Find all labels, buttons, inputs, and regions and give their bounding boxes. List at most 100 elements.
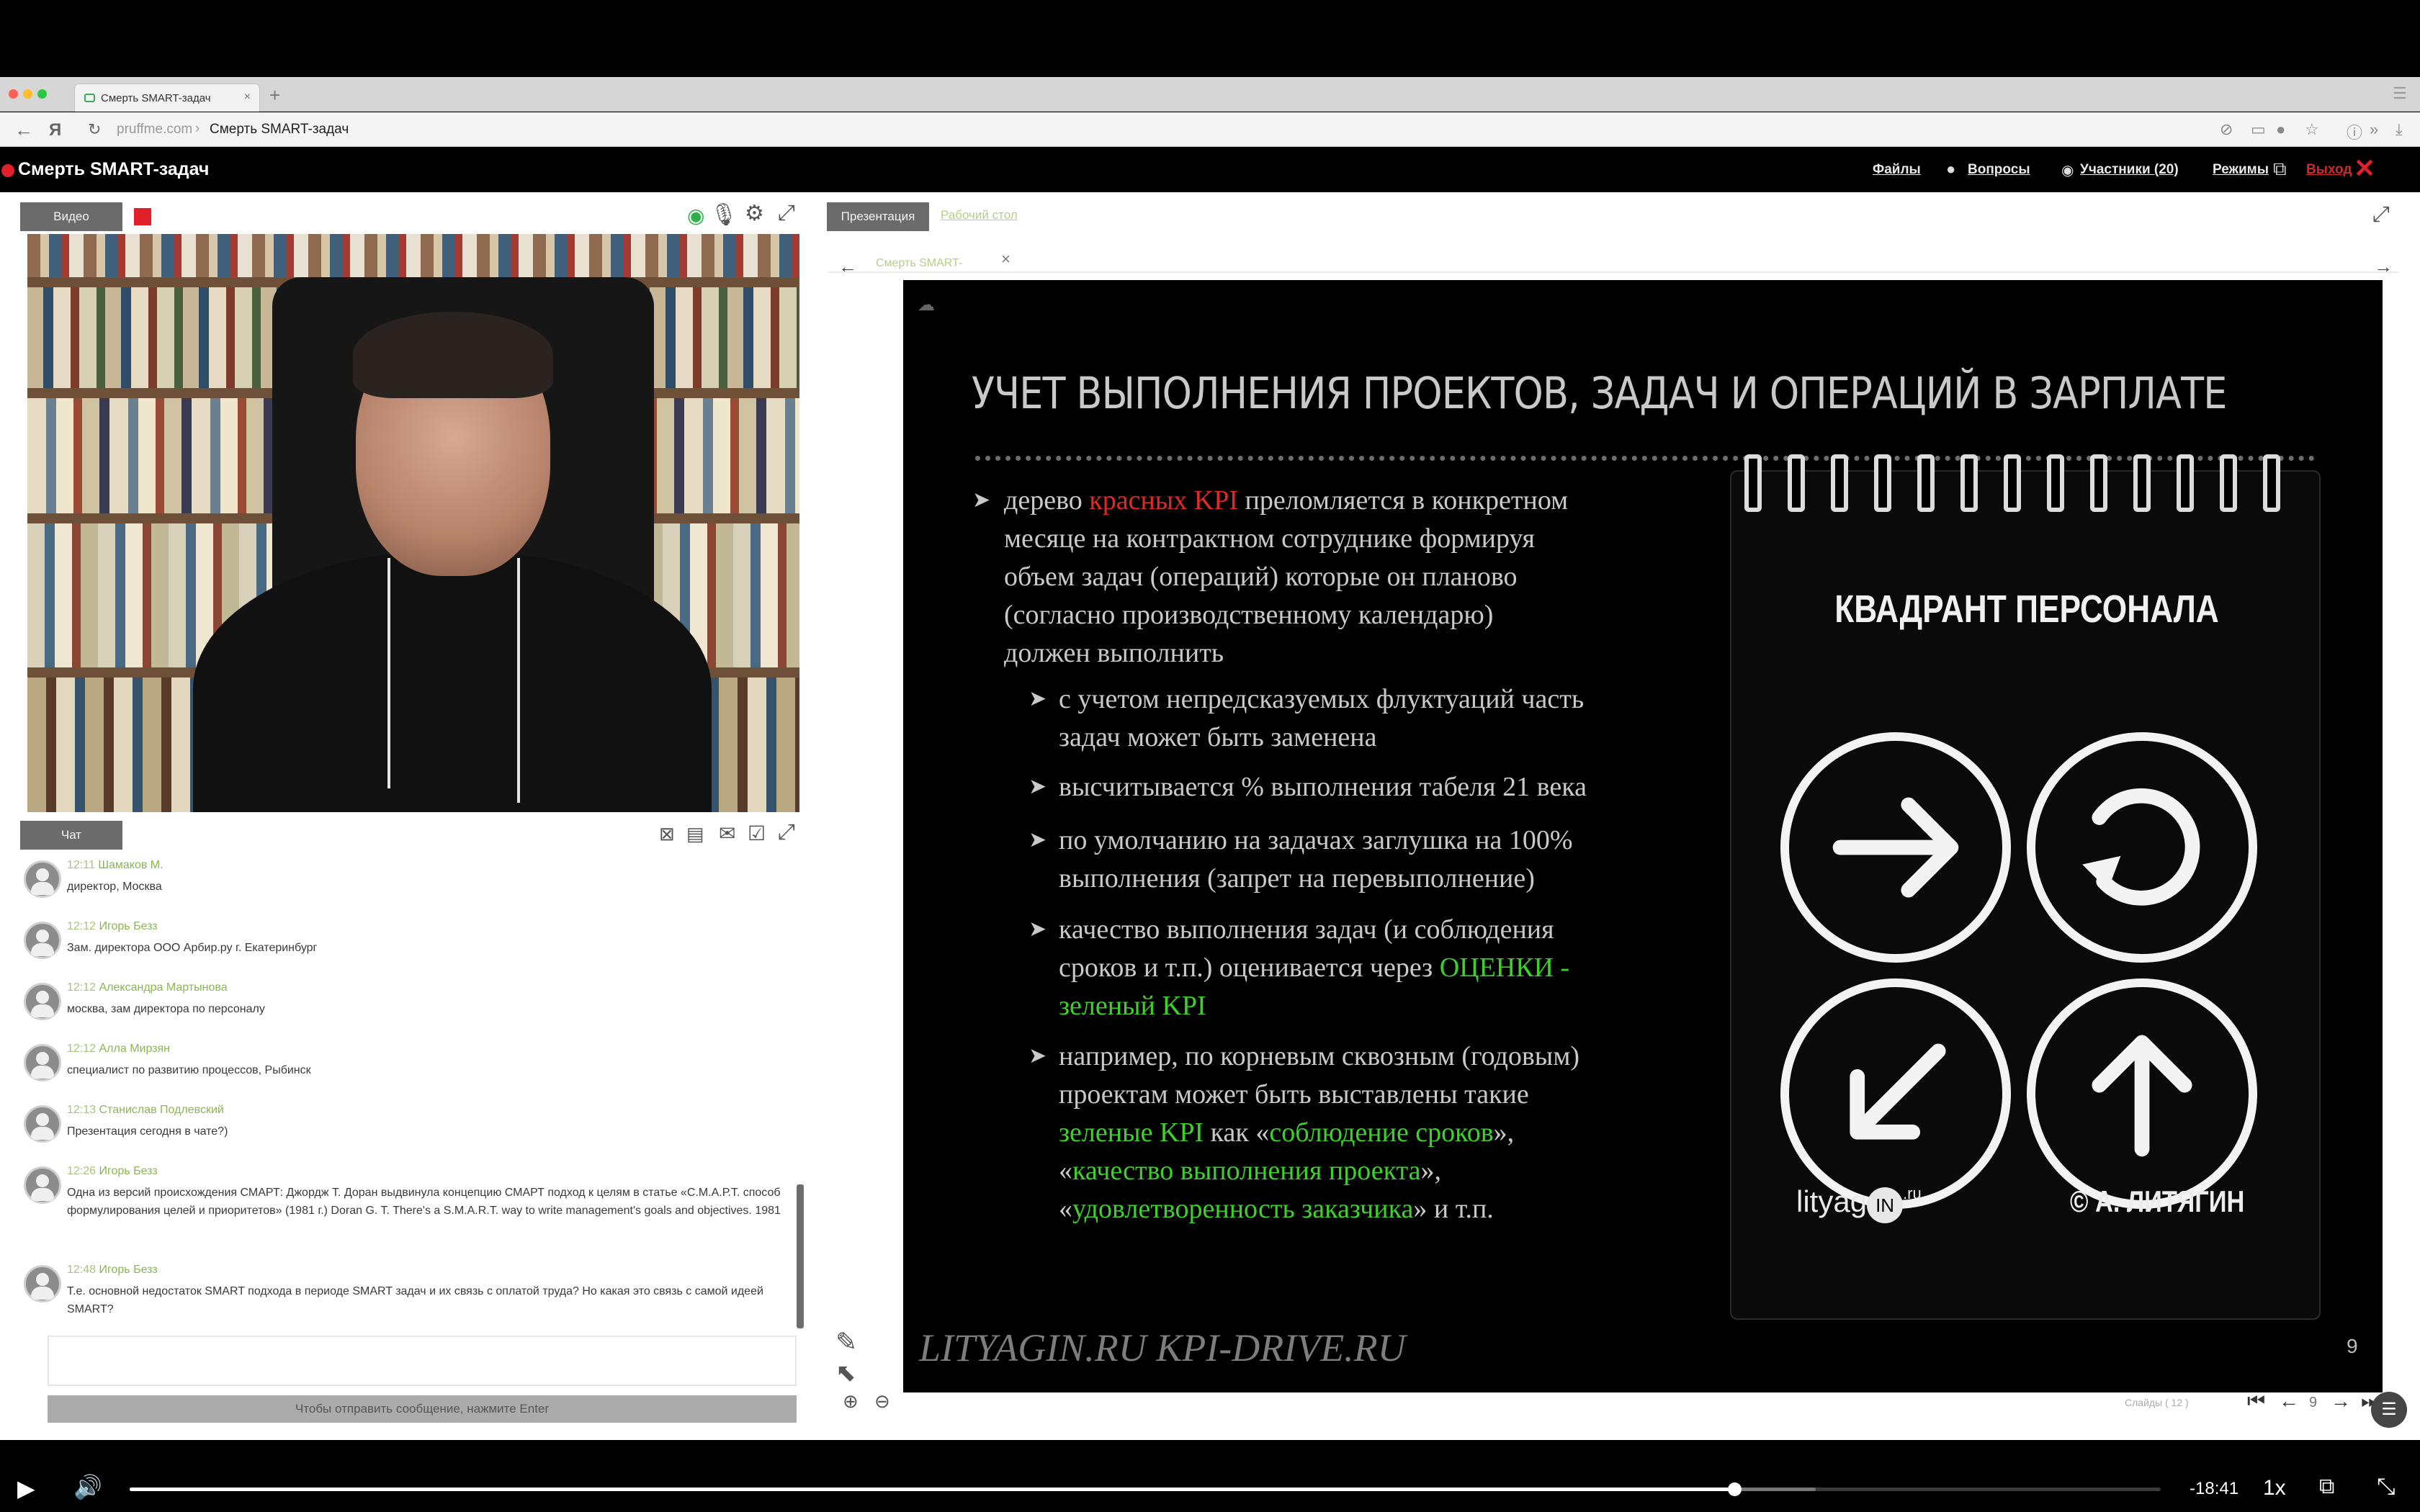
current-page[interactable]: 9 <box>2309 1395 2317 1411</box>
app-header: Смерть SMART-задач Файлы ● Вопросы ◉ Уча… <box>0 148 2420 192</box>
record-stop-button[interactable] <box>134 208 151 225</box>
check-icon[interactable]: ☑ <box>748 822 766 845</box>
next-slide-icon[interactable]: → <box>2331 1390 2351 1413</box>
time-remaining: -18:41 <box>2190 1479 2239 1498</box>
message-text: Одна из версий происхождения СМАРТ: Джор… <box>67 1187 781 1217</box>
tab-video[interactable]: Видео <box>20 202 122 231</box>
playback-speed-button[interactable]: 1x <box>2263 1476 2286 1500</box>
green-highlight: ОЦЕНКИ - <box>1439 953 1570 983</box>
message-author[interactable]: Александра Мартынова <box>99 981 228 994</box>
location-icon[interactable]: ● <box>2276 120 2285 139</box>
message-text: директор, Москва <box>67 881 162 893</box>
message-author[interactable]: Станислав Подлевский <box>99 1104 224 1116</box>
green-highlight: зеленые KPI <box>1059 1117 1204 1148</box>
exit-fullscreen-icon[interactable]: ⤡ <box>2377 1473 2396 1500</box>
tab-close-icon[interactable]: × <box>244 91 251 104</box>
participants-link[interactable]: Участники (20) <box>2080 162 2179 178</box>
modes-link[interactable]: Режимы <box>2213 162 2269 178</box>
first-slide-icon[interactable]: ⏮ <box>2247 1390 2265 1413</box>
camera-icon[interactable]: ▭ <box>2251 120 2266 139</box>
subtitles-button[interactable]: ☰ <box>2371 1392 2407 1428</box>
slides-counter: Слайды ( 12 ) <box>2125 1397 2189 1408</box>
play-icon[interactable]: ▶ <box>17 1475 35 1502</box>
sub-bullet-5-line-4: «качество выполнения проекта», <box>1059 1152 1579 1190</box>
message-author[interactable]: Игорь Безз <box>99 1165 158 1177</box>
sub-bullet-5-text: « <box>1059 1156 1072 1186</box>
files-link[interactable]: Файлы <box>1873 162 1921 178</box>
refresh-icon <box>2027 732 2257 963</box>
sub-bullet-4-line-2: сроков и т.п.) оценивается через ОЦЕНКИ … <box>1059 949 1569 987</box>
message-author[interactable]: Шамаков М. <box>98 859 163 871</box>
yandex-icon[interactable]: Я <box>49 120 61 140</box>
layout-icon[interactable]: ⧉ <box>2273 158 2287 181</box>
chat-scrollbar[interactable] <box>797 1184 804 1328</box>
notebook-ring <box>1874 454 1891 512</box>
close-window-button[interactable] <box>9 89 18 99</box>
close-icon[interactable]: ✕ <box>2354 153 2375 184</box>
clear-chat-icon[interactable]: ⊠ <box>659 823 675 845</box>
extensions-icon[interactable]: » <box>2370 120 2378 139</box>
url-page-title[interactable]: Смерть SMART-задач <box>210 122 349 138</box>
arrow-down-left-icon <box>1780 978 2011 1209</box>
message-author[interactable]: Алла Мирзян <box>99 1043 171 1055</box>
tab-presentation[interactable]: Презентация <box>827 202 929 231</box>
minimize-window-button[interactable] <box>23 89 32 99</box>
tab-desktop[interactable]: Рабочий стол <box>941 208 1018 222</box>
message-author[interactable]: Игорь Безз <box>99 920 158 932</box>
excel-export-icon[interactable]: ▤ <box>686 823 704 845</box>
new-tab-button[interactable]: + <box>269 84 280 107</box>
questions-link[interactable]: Вопросы <box>1968 162 2030 178</box>
bookmark-star-icon[interactable]: ☆ <box>2305 120 2319 139</box>
info-icon[interactable]: ⓘ <box>2347 120 2362 143</box>
lock-icon[interactable]: ⊘ <box>2220 120 2233 139</box>
browser-tab[interactable]: Смерть SMART-задач × <box>74 84 260 112</box>
slide-heading: УЧЕТ ВЫПОЛНЕНИЯ ПРОЕКТОВ, ЗАДАЧ И ОПЕРАЦ… <box>972 368 2227 419</box>
reload-icon[interactable]: ↻ <box>88 120 101 139</box>
message-time: 12:13 <box>67 1104 97 1116</box>
maximize-window-button[interactable] <box>37 89 47 99</box>
progress-track[interactable] <box>130 1482 2161 1496</box>
speaker-video[interactable] <box>27 234 799 812</box>
microphone-status-icon[interactable]: ◉ <box>687 204 704 228</box>
tab-chat[interactable]: Чат <box>20 821 122 850</box>
next-document-arrow-icon[interactable]: → <box>2374 256 2393 278</box>
sub-bullet-5-text: « <box>1059 1194 1072 1224</box>
bullet-1-line-1: дерево красных KPI преломляется в конкре… <box>1004 482 1568 520</box>
document-tab-close-icon[interactable]: × <box>1001 250 1010 269</box>
menu-icon[interactable]: ☰ <box>2393 84 2407 103</box>
exit-link[interactable]: Выход <box>2306 162 2352 178</box>
back-button[interactable]: ← <box>14 119 33 141</box>
download-icon[interactable]: ⤓ <box>2396 120 2403 139</box>
message-time: 12:11 <box>67 859 95 871</box>
chat-message: 12:48 Игорь Безз Т.е. основной недостато… <box>20 1259 805 1338</box>
prev-slide-icon[interactable]: ← <box>2279 1390 2299 1413</box>
bullet-arrow-icon: ➤ <box>1028 828 1047 852</box>
bullet-arrow-icon: ➤ <box>1028 917 1047 941</box>
mail-icon[interactable]: ✉ <box>719 822 735 845</box>
pen-tool-icon[interactable]: ✎ <box>835 1327 857 1357</box>
zoom-out-icon[interactable]: ⊖ <box>874 1390 890 1413</box>
settings-gear-icon[interactable]: ⚙ <box>745 201 764 226</box>
zoom-in-icon[interactable]: ⊕ <box>843 1390 859 1413</box>
expand-video-icon[interactable]: ⤢ <box>778 201 795 225</box>
chat-send-hint[interactable]: Чтобы отправить сообщение, нажмите Enter <box>48 1395 797 1423</box>
prev-document-arrow-icon[interactable]: ← <box>838 256 857 278</box>
message-author[interactable]: Игорь Безз <box>99 1264 158 1276</box>
url-host[interactable]: pruffme.com <box>117 122 192 138</box>
eye-icon: ◉ <box>2061 163 2074 179</box>
chat-message: 12:12 Игорь Безз Зам. директора ООО Арби… <box>20 916 805 977</box>
document-tab[interactable]: Смерть SMART- <box>873 253 995 273</box>
picture-in-picture-icon[interactable]: ⧉ <box>2319 1475 2334 1499</box>
seek-handle[interactable] <box>1727 1482 1742 1496</box>
expand-chat-icon[interactable]: ⤢ <box>778 820 795 845</box>
pointer-tool-icon[interactable]: ⬉ <box>835 1359 856 1387</box>
sub-bullet-1: с учетом непредсказуемых флуктуаций част… <box>1059 680 1584 757</box>
tab-favicon-icon <box>84 94 95 102</box>
microphone-icon[interactable]: 🎙 <box>710 202 738 228</box>
expand-presentation-icon[interactable]: ⤢ <box>2372 202 2390 227</box>
sub-bullet-5-line-2: проектам может быть выставлены такие <box>1059 1079 1529 1110</box>
message-text: специалист по развитию процессов, Рыбинс… <box>67 1064 311 1076</box>
presentation-slide[interactable]: ☁ УЧЕТ ВЫПОЛНЕНИЯ ПРОЕКТОВ, ЗАДАЧ И ОПЕР… <box>903 280 2383 1392</box>
volume-icon[interactable]: 🔊 <box>73 1473 102 1500</box>
chat-message-input[interactable] <box>48 1336 797 1386</box>
